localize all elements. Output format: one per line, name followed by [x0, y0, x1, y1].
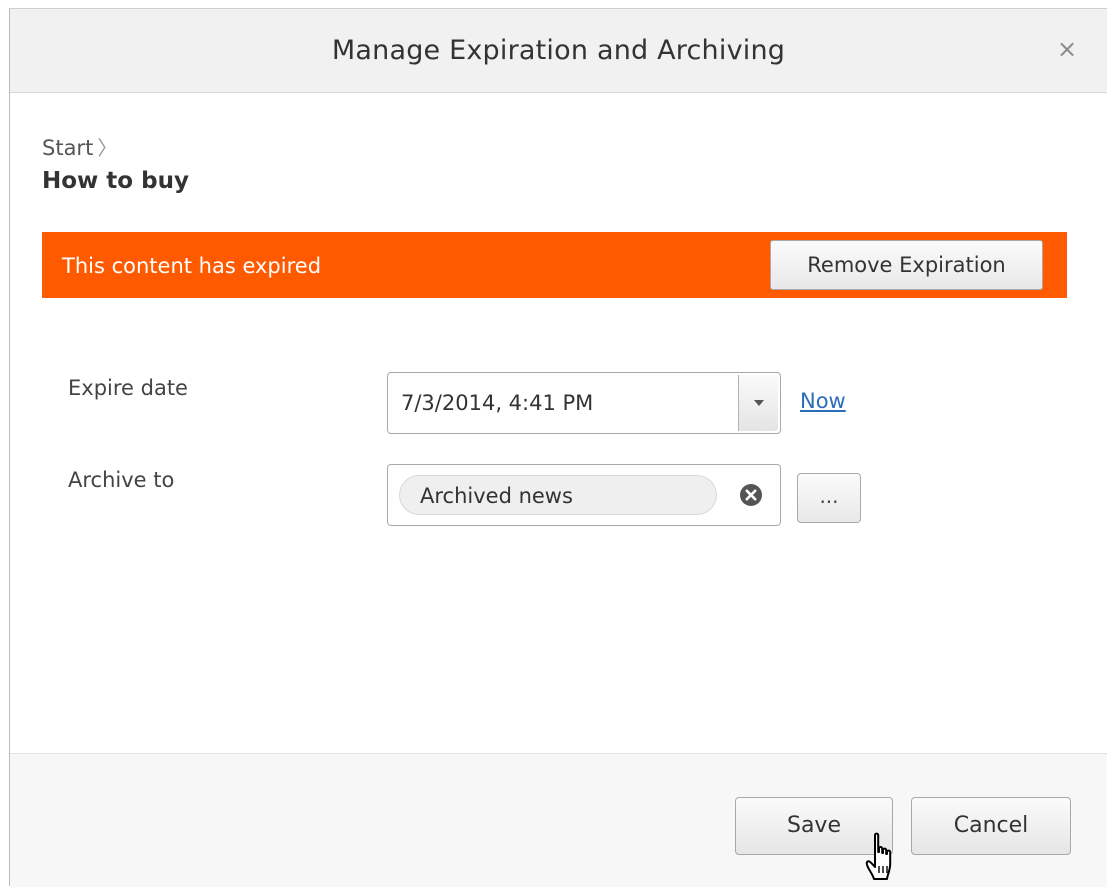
- chevron-right-icon: 〉: [97, 136, 118, 160]
- page-title: How to buy: [42, 168, 189, 194]
- archive-to-field[interactable]: Archived news: [387, 464, 781, 526]
- expired-alert-banner: This content has expired Remove Expirati…: [42, 232, 1067, 298]
- save-button[interactable]: Save: [735, 797, 893, 855]
- now-link[interactable]: Now: [800, 389, 846, 413]
- remove-expiration-button[interactable]: Remove Expiration: [770, 240, 1043, 290]
- breadcrumb: Start 〉: [42, 132, 117, 161]
- expire-date-label: Expire date: [68, 376, 188, 400]
- cancel-button[interactable]: Cancel: [911, 797, 1071, 855]
- dialog-titlebar: Manage Expiration and Archiving ×: [10, 9, 1107, 93]
- archive-target-chip: Archived news: [399, 475, 717, 515]
- expire-date-field[interactable]: 7/3/2014, 4:41 PM: [387, 372, 781, 434]
- dialog-title: Manage Expiration and Archiving: [331, 35, 786, 66]
- expire-date-value[interactable]: 7/3/2014, 4:41 PM: [401, 391, 593, 415]
- chevron-down-icon: [754, 400, 764, 406]
- archive-to-label: Archive to: [68, 468, 175, 492]
- date-dropdown-button[interactable]: [738, 375, 778, 431]
- browse-button[interactable]: ...: [797, 473, 861, 523]
- expired-alert-message: This content has expired: [62, 254, 322, 278]
- close-icon[interactable]: ×: [1055, 37, 1079, 61]
- breadcrumb-item-start[interactable]: Start: [42, 136, 93, 160]
- expiration-dialog: Manage Expiration and Archiving × Start 〉…: [9, 8, 1107, 887]
- clear-circle-icon[interactable]: [739, 483, 763, 507]
- dialog-footer: Save Cancel: [10, 753, 1107, 887]
- archive-target-label: Archived news: [420, 484, 573, 508]
